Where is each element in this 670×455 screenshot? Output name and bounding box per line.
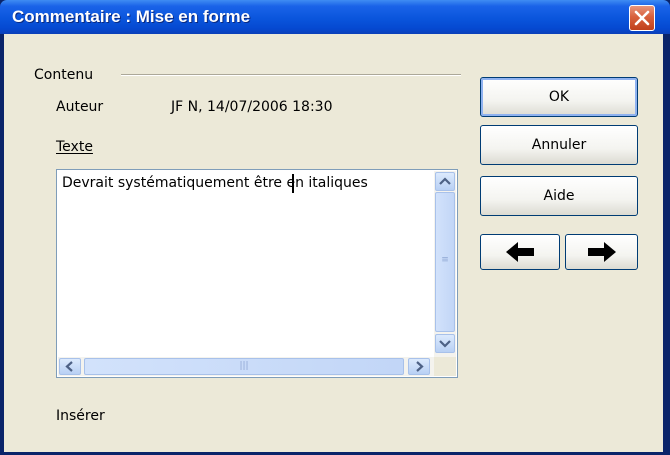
dialog-window: Commentaire : Mise en forme Contenu Aute… (0, 0, 670, 455)
chevron-left-icon (65, 361, 73, 372)
close-button[interactable] (629, 5, 655, 31)
section-separator (121, 74, 461, 76)
window-title: Commentaire : Mise en forme (12, 7, 251, 26)
chevron-right-icon (416, 361, 424, 372)
next-button[interactable] (565, 234, 638, 270)
close-icon (634, 10, 650, 26)
arrow-left-icon (506, 242, 534, 262)
cancel-button[interactable]: Annuler (480, 125, 638, 165)
arrow-right-icon (587, 242, 616, 262)
title-bar[interactable]: Commentaire : Mise en forme (0, 0, 670, 34)
vertical-scrollbar[interactable]: ≡ (434, 171, 456, 357)
horizontal-scrollbar[interactable]: ||| (58, 357, 434, 376)
dialog-body: Contenu Auteur JF N, 14/07/2006 18:30 Te… (4, 34, 663, 452)
section-label-contenu: Contenu (34, 67, 94, 83)
scroll-left-button[interactable] (59, 358, 81, 375)
author-value: JF N, 14/07/2006 18:30 (171, 99, 333, 115)
scroll-right-button[interactable] (408, 358, 430, 375)
scroll-up-button[interactable] (435, 172, 455, 191)
vertical-scroll-thumb[interactable]: ≡ (435, 192, 455, 332)
comment-text-area[interactable]: Devrait systématiquement être en italiqu… (56, 169, 458, 378)
help-button[interactable]: Aide (480, 176, 638, 216)
horizontal-scroll-thumb[interactable]: ||| (84, 358, 404, 375)
scroll-down-button[interactable] (435, 334, 455, 353)
insert-label: Insérer (56, 408, 105, 424)
ok-button[interactable]: OK (480, 77, 638, 117)
author-label: Auteur (56, 99, 104, 115)
text-label: Texte (56, 139, 93, 155)
scrollbar-corner (434, 357, 456, 376)
chevron-down-icon (439, 340, 451, 348)
comment-text: Devrait systématiquement être en italiqu… (62, 175, 368, 191)
chevron-up-icon (439, 177, 451, 185)
previous-button[interactable] (480, 234, 560, 270)
text-caret (292, 174, 294, 193)
